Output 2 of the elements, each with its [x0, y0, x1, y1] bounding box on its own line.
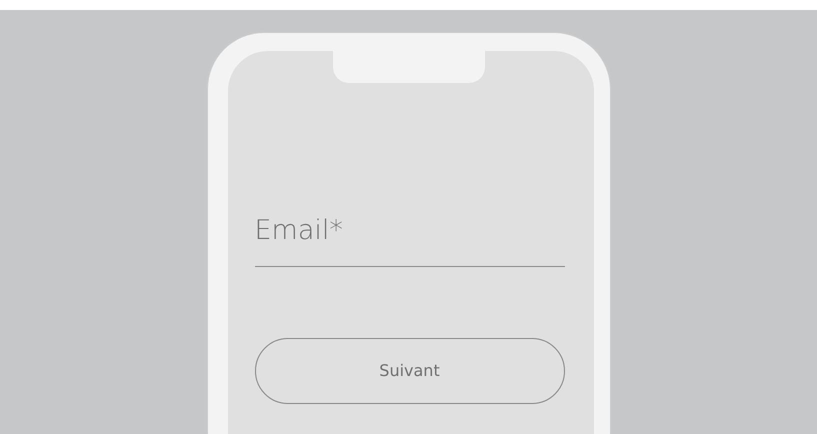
- email-field[interactable]: Email*: [254, 211, 564, 266]
- next-button[interactable]: Suivant: [254, 338, 564, 404]
